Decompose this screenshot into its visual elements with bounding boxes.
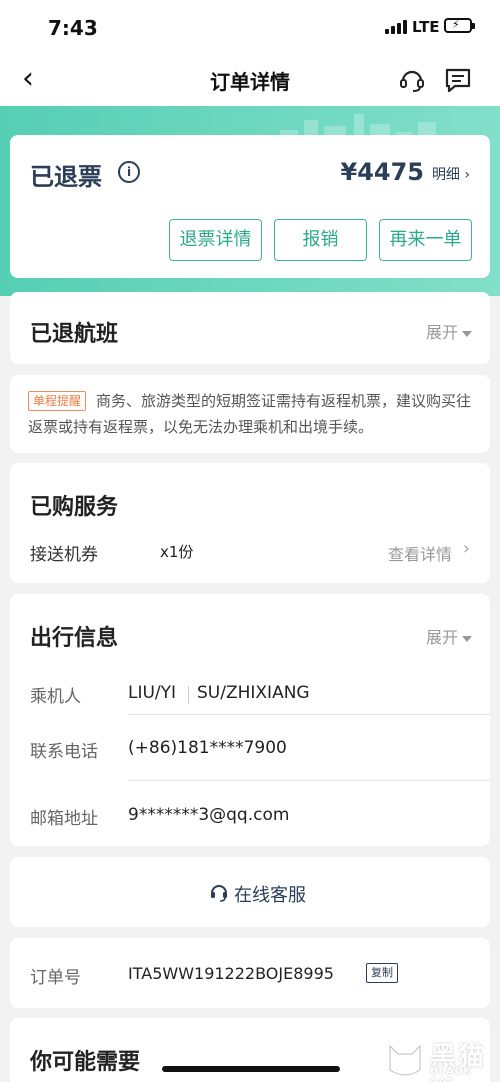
section-title: 已购服务 xyxy=(30,495,119,520)
expand-label: 展开 xyxy=(425,628,458,647)
home-indicator[interactable] xyxy=(162,1066,340,1072)
section-title: 已退航班 xyxy=(30,322,119,347)
customer-service-label: 在线客服 xyxy=(234,885,306,906)
email-value: 9*******3@qq.com xyxy=(128,805,290,825)
service-name: 接送机券 xyxy=(30,545,98,565)
email-label: 邮箱地址 xyxy=(30,809,98,829)
message-icon[interactable] xyxy=(444,66,472,94)
headset-icon xyxy=(211,885,227,902)
copy-button[interactable]: 复制 xyxy=(366,963,398,983)
passenger-name: SU/ZHIXIANG xyxy=(197,683,310,703)
charging-bolt-icon: ⚡ xyxy=(452,18,460,31)
section-title: 出行信息 xyxy=(30,626,119,651)
watermark-subtext: BLACK CAT xyxy=(430,1066,472,1082)
separator xyxy=(188,686,189,704)
order-number-label: 订单号 xyxy=(30,968,81,988)
signal-icon xyxy=(385,20,407,34)
headset-icon[interactable] xyxy=(398,66,426,94)
expand-toggle[interactable]: 展开 xyxy=(426,624,472,648)
battery-icon: ⚡ xyxy=(444,18,475,33)
order-status: 已退票 xyxy=(30,163,102,191)
notice-text: 商务、旅游类型的短期签证需持有返程机票，建议购买往返票或持有返程票，以免无法办理… xyxy=(28,392,472,436)
status-bar: 7:43 LTE ⚡ xyxy=(0,0,500,54)
section-title: 你可能需要 xyxy=(30,1050,141,1075)
divider xyxy=(128,714,490,715)
reimbursement-button[interactable]: 报销 xyxy=(274,219,367,261)
order-number-card: 订单号 ITA5WW191222BOJE8995 复制 xyxy=(10,938,490,1008)
network-label: LTE xyxy=(412,18,440,36)
phone-label: 联系电话 xyxy=(30,742,98,762)
expand-label: 展开 xyxy=(425,323,458,342)
phone-value: (+86)181****7900 xyxy=(128,738,287,758)
customer-service-button[interactable]: 在线客服 xyxy=(10,857,490,927)
order-price: ¥4475 xyxy=(340,158,425,186)
order-number: ITA5WW191222BOJE8995 xyxy=(128,964,334,983)
notice-card: 单程提醒 商务、旅游类型的短期签证需持有返程机票，建议购买往返票或持有返程票，以… xyxy=(10,375,490,453)
chevron-right-icon: › xyxy=(462,538,470,559)
nav-bar: ‹ 订单详情 xyxy=(0,54,500,106)
passenger-label: 乘机人 xyxy=(30,687,81,707)
service-quantity: x1份 xyxy=(160,543,194,561)
services-card: 已购服务 接送机券 x1份 查看详情 › xyxy=(10,463,490,583)
reorder-button[interactable]: 再来一单 xyxy=(379,219,472,261)
travel-info-card: 出行信息 展开 乘机人 LIU/YI SU/ZHIXIANG 联系电话 (+86… xyxy=(10,594,490,846)
refunded-flight-card[interactable]: 已退航班 展开 xyxy=(10,292,490,364)
price-detail-link[interactable]: 明细 › xyxy=(432,164,470,184)
expand-toggle[interactable]: 展开 xyxy=(426,319,472,343)
divider xyxy=(128,780,490,781)
service-detail-link[interactable]: 查看详情 xyxy=(388,541,452,565)
order-status-card: 已退票 i ¥4475 明细 › 退票详情 报销 再来一单 xyxy=(10,135,490,278)
refund-details-button[interactable]: 退票详情 xyxy=(169,219,262,261)
caret-down-icon xyxy=(462,330,472,337)
watermark: 黑猫 BLACK CAT xyxy=(386,1036,490,1082)
info-icon[interactable]: i xyxy=(118,161,140,183)
caret-down-icon xyxy=(462,635,472,642)
cat-logo-icon xyxy=(389,1044,421,1076)
passenger-name: LIU/YI xyxy=(128,683,177,703)
clock: 7:43 xyxy=(48,16,98,40)
